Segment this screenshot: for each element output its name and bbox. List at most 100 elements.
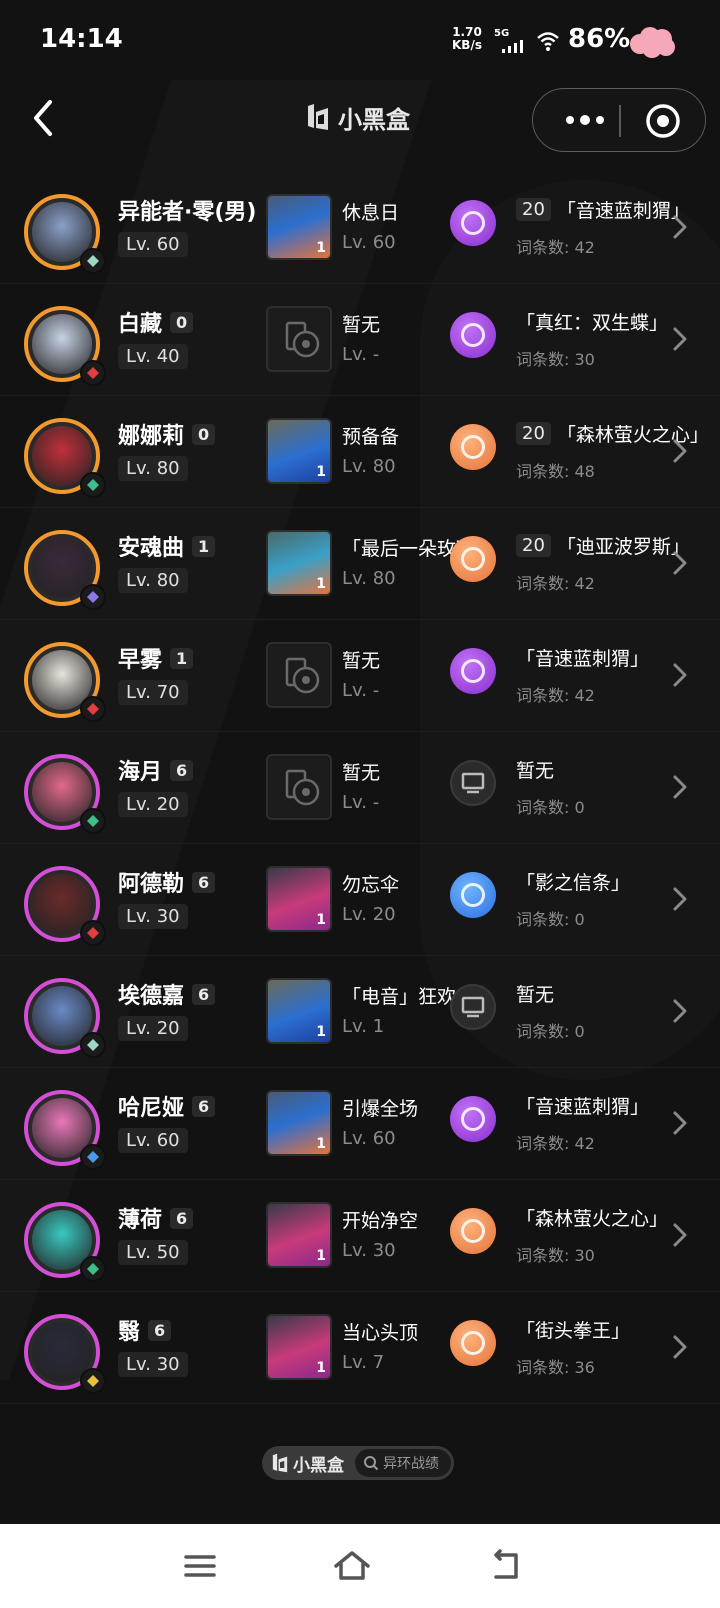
chevron-right-icon[interactable] xyxy=(668,324,692,354)
mindscape-rank: 6 xyxy=(148,1319,172,1341)
character-name-line: 翳6 xyxy=(118,1314,172,1346)
character-name-line: 娜娜莉 0 xyxy=(118,418,216,450)
substat-count: 词条数: 0 xyxy=(516,910,585,929)
character-name-line: 埃德嘉 6 xyxy=(118,978,216,1010)
wengine-empty xyxy=(266,306,332,372)
character-name-line: 早雾 1 xyxy=(118,642,194,674)
wengine-empty xyxy=(266,642,332,708)
element-icon xyxy=(80,1032,106,1058)
element-icon xyxy=(80,584,106,610)
character-row[interactable]: 翳6 Lv. 30 1 当心头顶 Lv. 7 「街头拳王」 词条数: 36 xyxy=(0,1292,720,1404)
character-avatar xyxy=(24,1202,106,1282)
character-row[interactable]: 早雾 1 Lv. 70 暂无 Lv. - 「音速蓝刺猬」 词条数: 42 xyxy=(0,620,720,732)
character-row[interactable]: 白藏 0 Lv. 40 暂无 Lv. - 「真红：双生蝶」 词条数: 30 xyxy=(0,284,720,396)
character-name-line: 阿德勒 6 xyxy=(118,866,216,898)
chevron-right-icon[interactable] xyxy=(668,772,692,802)
section-tag: 异环战绩 xyxy=(355,1449,451,1477)
character-row[interactable]: 安魂曲 1 Lv. 80 1 「最后一朵玫瑰」 Lv. 80 20 「迪亚波罗斯」 … xyxy=(0,508,720,620)
wengine-count: 1 xyxy=(316,576,326,592)
status-bar: 14:14 1.70 KB/s 5G 86% xyxy=(0,0,720,80)
wengine-image: 1 xyxy=(266,866,332,932)
system-nav-bar xyxy=(0,1524,720,1608)
chevron-right-icon[interactable] xyxy=(668,548,692,578)
wengine-count: 1 xyxy=(316,1248,326,1264)
character-level: Lv. 40 xyxy=(118,344,188,369)
substat-count: 词条数: 42 xyxy=(516,1134,595,1153)
wengine-level: Lv. 80 xyxy=(342,568,396,589)
brand-name: 小黑盒 xyxy=(293,1455,344,1476)
disc-set-icon xyxy=(450,648,496,694)
menu-icon[interactable] xyxy=(178,1546,222,1586)
character-row[interactable]: 薄荷 6 Lv. 50 1 开始净空 Lv. 30 「森林萤火之心」 词条数: 3… xyxy=(0,1180,720,1292)
substat-count: 词条数: 42 xyxy=(516,686,595,705)
character-name: 薄荷 xyxy=(118,1208,163,1233)
character-name-line: 海月 6 xyxy=(118,754,194,786)
cloud-icon xyxy=(630,27,675,58)
element-icon xyxy=(80,1256,106,1282)
chevron-right-icon[interactable] xyxy=(668,1332,692,1362)
character-name: 早雾 xyxy=(118,648,163,673)
disc-piece-count: 20 xyxy=(516,534,551,557)
element-icon xyxy=(80,472,106,498)
character-level: Lv. 70 xyxy=(118,680,188,705)
character-level: Lv. 30 xyxy=(118,904,188,929)
disc-set-name: 「音速蓝刺猬」 xyxy=(516,648,650,670)
disc-piece-count: 20 xyxy=(516,198,551,221)
chevron-right-icon[interactable] xyxy=(668,660,692,690)
character-name: 娜娜莉 xyxy=(118,424,185,449)
character-avatar xyxy=(24,418,106,498)
disc-set-line: 「真红：双生蝶」 xyxy=(516,308,668,335)
substat-count: 词条数: 0 xyxy=(516,1022,585,1041)
disc-set-icon xyxy=(450,200,496,246)
home-icon[interactable] xyxy=(330,1546,374,1586)
character-list: 异能者·零(男) Lv. 60 1 休息日 Lv. 60 20 「音速蓝刺猬」 词… xyxy=(0,172,720,1404)
chevron-right-icon[interactable] xyxy=(668,996,692,1026)
character-name: 异能者·零(男) xyxy=(118,200,257,225)
character-row[interactable]: 哈尼娅 6 Lv. 60 1 引爆全场 Lv. 60 「音速蓝刺猬」 词条数: 4… xyxy=(0,1068,720,1180)
wengine-name: 当心头顶 xyxy=(342,1322,419,1344)
character-name-line: 安魂曲 1 xyxy=(118,530,216,562)
character-row[interactable]: 异能者·零(男) Lv. 60 1 休息日 Lv. 60 20 「音速蓝刺猬」 词… xyxy=(0,172,720,284)
back-nav-icon[interactable] xyxy=(484,1546,528,1586)
brand-footer: 小黑盒 异环战绩 xyxy=(262,1446,454,1480)
wengine-image: 1 xyxy=(266,194,332,260)
disc-set-name: 暂无 xyxy=(516,984,555,1006)
character-row[interactable]: 海月 6 Lv. 20 暂无 Lv. - 暂无 词条数: 0 xyxy=(0,732,720,844)
character-row[interactable]: 阿德勒 6 Lv. 30 1 勿忘伞 Lv. 20 「影之信条」 词条数: 0 xyxy=(0,844,720,956)
chevron-right-icon[interactable] xyxy=(668,1108,692,1138)
disc-set-icon xyxy=(450,984,496,1030)
character-avatar xyxy=(24,754,106,834)
wengine-name: 预备备 xyxy=(342,426,400,448)
disc-set-line: 20 「迪亚波罗斯」 xyxy=(516,532,690,559)
disc-set-line: 20 「音速蓝刺猬」 xyxy=(516,196,690,223)
chevron-right-icon[interactable] xyxy=(668,436,692,466)
chevron-right-icon[interactable] xyxy=(668,212,692,242)
disc-set-line: 「森林萤火之心」 xyxy=(516,1204,668,1231)
close-program-icon[interactable] xyxy=(643,101,683,141)
clock: 14:14 xyxy=(40,24,123,54)
empty-wengine-icon xyxy=(285,657,320,694)
disc-set-icon xyxy=(450,424,496,470)
back-icon[interactable] xyxy=(24,96,64,140)
wengine-image: 1 xyxy=(266,978,332,1044)
disc-set-name: 暂无 xyxy=(516,760,555,782)
character-avatar xyxy=(24,530,106,610)
chevron-right-icon[interactable] xyxy=(668,1220,692,1250)
disc-set-icon xyxy=(450,760,496,806)
wengine-image: 1 xyxy=(266,418,332,484)
character-name: 阿德勒 xyxy=(118,872,185,897)
app-title: 小黑盒 xyxy=(304,100,410,134)
character-row[interactable]: 娜娜莉 0 Lv. 80 1 预备备 Lv. 80 20 「森林萤火之心」 词条数:… xyxy=(0,396,720,508)
disc-piece-count: 20 xyxy=(516,422,551,445)
disc-set-icon xyxy=(450,1208,496,1254)
wengine-level: Lv. 60 xyxy=(342,1128,396,1149)
mindscape-rank: 1 xyxy=(170,647,194,669)
chevron-right-icon[interactable] xyxy=(668,884,692,914)
disc-set-line: 暂无 xyxy=(516,756,554,783)
character-avatar xyxy=(24,1090,106,1170)
more-button[interactable] xyxy=(555,89,615,151)
disc-set-icon xyxy=(450,1096,496,1142)
mindscape-rank: 6 xyxy=(192,1095,216,1117)
character-row[interactable]: 埃德嘉 6 Lv. 20 1 「电音」狂欢 Lv. 1 暂无 词条数: 0 xyxy=(0,956,720,1068)
character-name: 翳 xyxy=(118,1320,141,1345)
